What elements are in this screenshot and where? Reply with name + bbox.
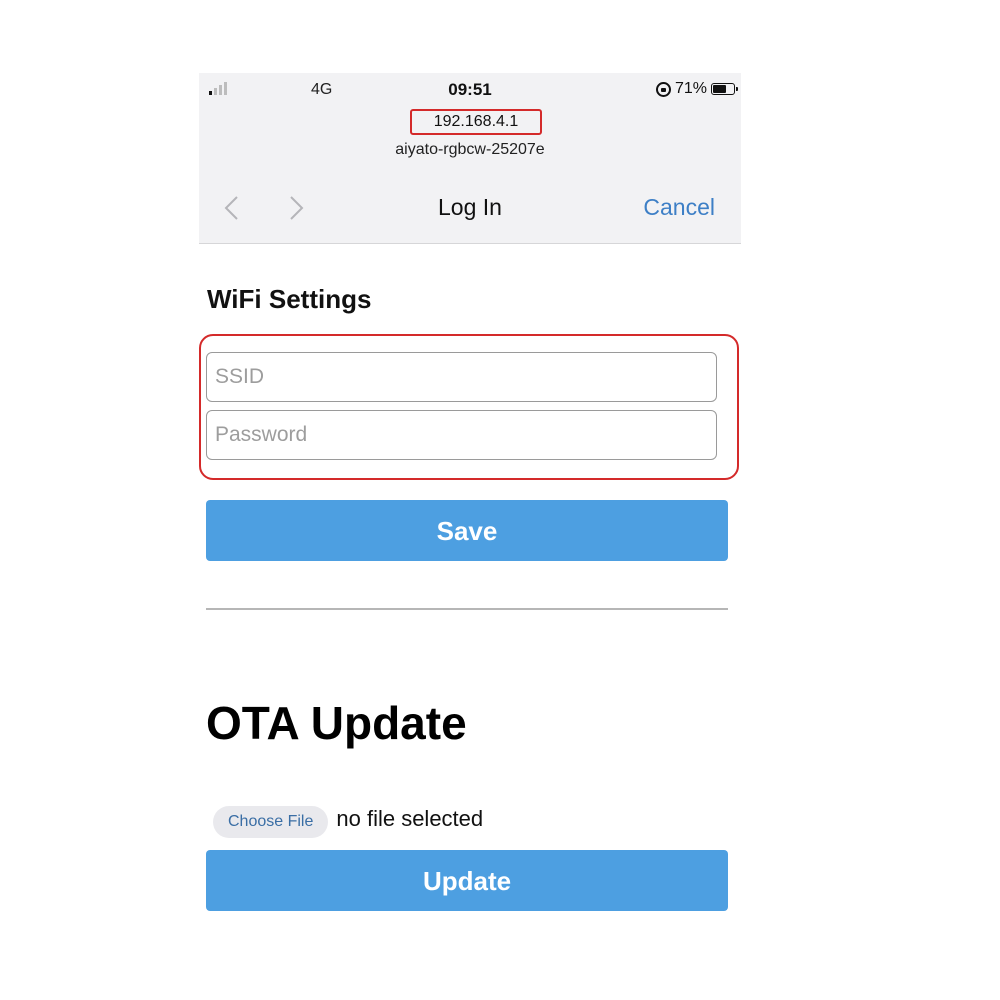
ota-update-heading: OTA Update <box>206 697 467 749</box>
cancel-button[interactable]: Cancel <box>643 194 715 221</box>
update-button[interactable]: Update <box>206 850 728 911</box>
browser-header: 4G 09:51 71% 192.168.4.1 aiyato-rgbcw-25… <box>199 73 741 244</box>
rotation-lock-icon <box>655 81 671 97</box>
file-status: no file selected <box>336 806 484 831</box>
section-divider <box>206 608 728 610</box>
ssid-input[interactable] <box>206 352 717 402</box>
nav-bar: Log In Cancel <box>199 185 741 231</box>
status-bar: 4G 09:51 71% <box>199 73 741 107</box>
file-picker: Choose File no file selected <box>213 800 483 838</box>
wifi-settings-heading: WiFi Settings <box>207 284 372 314</box>
status-right-group: 71% <box>655 80 738 98</box>
password-input[interactable] <box>206 410 717 460</box>
battery-percent: 71% <box>674 80 707 97</box>
battery-icon <box>711 83 738 95</box>
url-address[interactable]: 192.168.4.1 <box>410 109 542 135</box>
save-button[interactable]: Save <box>206 500 728 561</box>
choose-file-button[interactable]: Choose File <box>213 806 329 838</box>
host-name: aiyato-rgbcw-25207e <box>395 141 545 158</box>
